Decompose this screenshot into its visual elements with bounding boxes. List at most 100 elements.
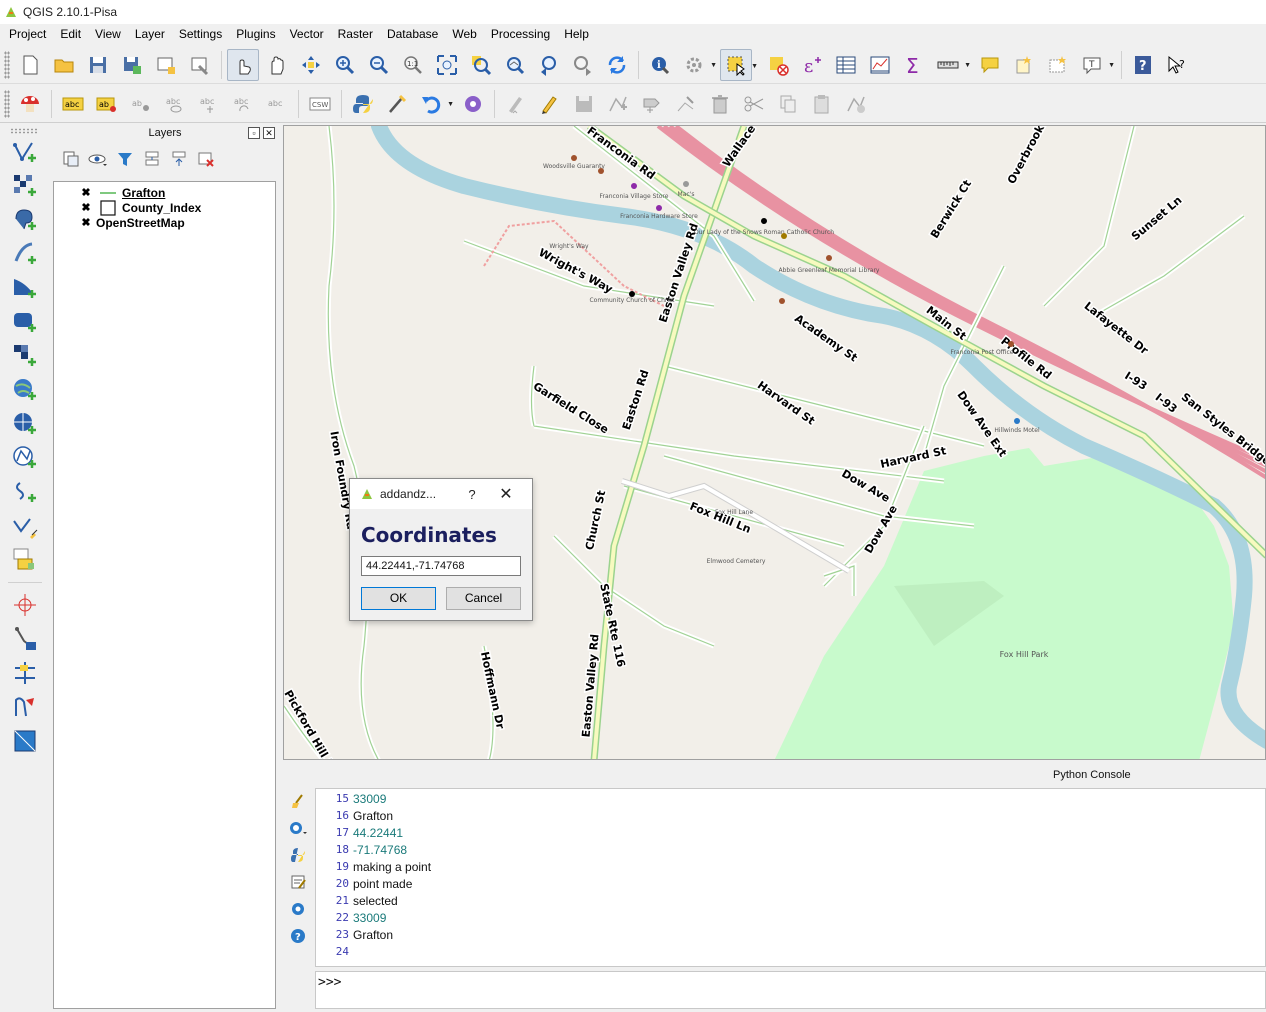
new-print-composer-button[interactable] xyxy=(150,49,182,81)
menu-view[interactable]: View xyxy=(88,24,128,45)
run-action-button[interactable]: ▼ xyxy=(678,49,717,81)
chevron-down-icon[interactable]: ▼ xyxy=(751,63,758,70)
menu-processing[interactable]: Processing xyxy=(484,24,557,45)
node-tool-button[interactable] xyxy=(670,88,702,120)
close-panel-button[interactable]: ✕ xyxy=(263,127,275,139)
plugin-gear-button[interactable] xyxy=(457,88,489,120)
menu-edit[interactable]: Edit xyxy=(53,24,88,45)
menu-project[interactable]: Project xyxy=(2,24,53,45)
add-db2-layer-button[interactable] xyxy=(9,306,41,338)
layer-row-openstreetmap[interactable]: ✖ OpenStreetMap xyxy=(80,215,184,230)
current-edits-button[interactable] xyxy=(500,88,532,120)
save-as-button[interactable] xyxy=(116,49,148,81)
zoom-next-button[interactable] xyxy=(567,49,599,81)
cut-features-button[interactable] xyxy=(738,88,770,120)
add-spatialite-layer-button[interactable] xyxy=(9,238,41,270)
whats-this-button[interactable]: ? xyxy=(1161,49,1193,81)
add-mssql-layer-button[interactable] xyxy=(9,272,41,304)
change-label-button[interactable]: abc xyxy=(261,88,293,120)
dialog-close-button[interactable]: ✕ xyxy=(482,484,530,504)
zoom-to-layer-button[interactable] xyxy=(499,49,531,81)
refresh-button[interactable] xyxy=(601,49,633,81)
topology-checker-button[interactable] xyxy=(9,691,41,723)
gps-tools-button[interactable] xyxy=(9,623,41,655)
coordinate-capture-button[interactable] xyxy=(9,657,41,689)
map-canvas[interactable]: Franconia Rd Wallace Easton Valley Rd Wrigh… xyxy=(283,125,1266,760)
zoom-in-button[interactable] xyxy=(329,49,361,81)
ok-button[interactable]: OK xyxy=(361,587,436,610)
add-wcs-layer-button[interactable] xyxy=(9,408,41,440)
menu-database[interactable]: Database xyxy=(380,24,445,45)
chevron-down-icon[interactable]: ▼ xyxy=(710,62,717,69)
save-layer-edits-button[interactable] xyxy=(568,88,600,120)
new-spatialite-button[interactable] xyxy=(9,544,41,576)
menu-layer[interactable]: Layer xyxy=(128,24,172,45)
pan-button[interactable] xyxy=(261,49,293,81)
console-help-button[interactable]: ? xyxy=(288,926,308,946)
statistics-button[interactable] xyxy=(864,49,896,81)
move-label-button[interactable]: abc xyxy=(193,88,225,120)
zoom-to-selection-button[interactable] xyxy=(465,49,497,81)
pin-labels-button[interactable]: ab xyxy=(125,88,157,120)
menu-vector[interactable]: Vector xyxy=(283,24,331,45)
georeferencer-button[interactable] xyxy=(9,589,41,621)
toolbar-grip[interactable] xyxy=(4,50,10,79)
layer-labeling-button[interactable]: abc xyxy=(57,88,89,120)
field-calculator-button[interactable]: ε xyxy=(796,49,828,81)
add-wms-layer-button[interactable] xyxy=(9,374,41,406)
pan-to-selection-button[interactable] xyxy=(295,49,327,81)
show-hide-labels-button[interactable]: abc xyxy=(159,88,191,120)
deselect-button[interactable] xyxy=(762,49,794,81)
add-feature-button[interactable] xyxy=(602,88,634,120)
paste-features-button[interactable] xyxy=(806,88,838,120)
new-shapefile-button[interactable] xyxy=(9,510,41,542)
mapinfo-plugin-button[interactable] xyxy=(9,725,41,757)
import-class-button[interactable] xyxy=(288,818,308,838)
manage-visibility-button[interactable] xyxy=(87,148,109,170)
dialog-help-button[interactable]: ? xyxy=(462,487,482,502)
processing-button[interactable] xyxy=(381,88,413,120)
sum-button[interactable]: Σ xyxy=(898,49,930,81)
zoom-last-button[interactable] xyxy=(533,49,565,81)
zoom-out-button[interactable] xyxy=(363,49,395,81)
filter-legend-button[interactable] xyxy=(114,148,136,170)
mushroom-plugin-button[interactable] xyxy=(14,88,46,120)
python-console-input[interactable]: >>> xyxy=(315,971,1266,1009)
add-delimited-text-button[interactable] xyxy=(9,476,41,508)
menu-web[interactable]: Web xyxy=(445,24,483,45)
add-wfs-layer-button[interactable] xyxy=(9,442,41,474)
python-console-output[interactable]: 15 33009 16 Grafton 17 44.22441 18 -71.74768 19 m… xyxy=(315,788,1266,967)
layer-visibility-checkbox[interactable]: ✖ xyxy=(80,187,92,199)
help-contents-button[interactable]: ? xyxy=(1127,49,1159,81)
layer-visibility-checkbox[interactable]: ✖ xyxy=(80,217,92,229)
layer-visibility-checkbox[interactable]: ✖ xyxy=(80,202,92,214)
show-editor-button[interactable] xyxy=(288,872,308,892)
collapse-all-button[interactable] xyxy=(168,148,190,170)
save-project-button[interactable] xyxy=(82,49,114,81)
expand-all-button[interactable] xyxy=(141,148,163,170)
add-oracle-layer-button[interactable] xyxy=(9,340,41,372)
open-project-button[interactable] xyxy=(48,49,80,81)
remove-layer-button[interactable] xyxy=(195,148,217,170)
toolbar-grip[interactable] xyxy=(10,128,38,134)
rotate-label-button[interactable]: abc xyxy=(227,88,259,120)
layer-row-county-index[interactable]: ✖ County_Index xyxy=(80,199,201,216)
clear-console-button[interactable] xyxy=(288,791,308,811)
zoom-full-button[interactable] xyxy=(431,49,463,81)
attribute-table-button[interactable] xyxy=(830,49,862,81)
measure-button[interactable]: ▼ xyxy=(932,49,971,81)
undo-button[interactable]: ▼ xyxy=(415,88,454,120)
toggle-editing-button[interactable] xyxy=(534,88,566,120)
move-feature-button[interactable] xyxy=(636,88,668,120)
chevron-down-icon[interactable]: ▼ xyxy=(964,62,971,69)
python-console-button[interactable] xyxy=(347,88,379,120)
chevron-down-icon[interactable]: ▼ xyxy=(447,101,454,108)
text-annotation-button[interactable]: T ▼ xyxy=(1076,49,1115,81)
menu-help[interactable]: Help xyxy=(557,24,596,45)
layer-row-grafton[interactable]: ✖ Grafton xyxy=(80,185,165,200)
openstreetmap-tiles[interactable]: Franconia Rd WallaceEaston Valley RdWrigh… xyxy=(284,126,1266,760)
identify-button[interactable]: i xyxy=(644,49,676,81)
menu-settings[interactable]: Settings xyxy=(172,24,229,45)
digitize-plugin-button[interactable] xyxy=(840,88,872,120)
toolbar-grip[interactable] xyxy=(4,89,10,118)
